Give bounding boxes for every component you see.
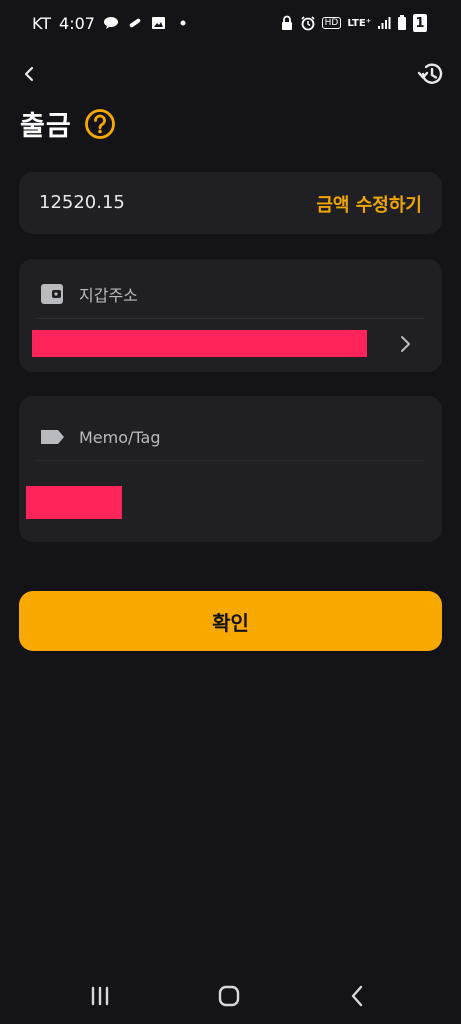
memo-tag-label: Memo/Tag: [79, 427, 161, 447]
recents-icon[interactable]: [86, 982, 114, 1010]
memo-tag-card[interactable]: Memo/Tag: [19, 396, 442, 542]
status-bar: KT 4:07 HD LTE⁺ 1: [0, 0, 461, 46]
hd-badge: HD: [321, 17, 342, 29]
memo-tag-redacted: [26, 486, 122, 519]
title-row: 출금: [20, 104, 116, 143]
amount-card: 12520.15 금액 수정하기: [19, 172, 442, 234]
chevron-right-icon[interactable]: [398, 333, 412, 355]
more-notifications-icon: [180, 20, 186, 26]
status-left: KT 4:07: [32, 14, 191, 33]
back-icon[interactable]: [16, 60, 44, 88]
withdraw-screen: KT 4:07 HD LTE⁺ 1 출금 12520.15 금액 수정하기 지갑…: [0, 0, 461, 1024]
confirm-button[interactable]: 확인: [19, 591, 442, 651]
wallet-card-header: 지갑주소: [39, 281, 138, 307]
page-title: 출금: [20, 111, 72, 142]
amount-value: 12520.15: [39, 192, 125, 213]
wallet-address-card[interactable]: 지갑주소: [19, 259, 442, 372]
image-notification-icon: [151, 17, 165, 29]
carrier-label: KT: [32, 13, 52, 33]
memo-card-header: Memo/Tag: [39, 424, 161, 450]
memo-divider: [37, 460, 424, 461]
alarm-icon: [301, 16, 315, 31]
wallet-address-redacted: [32, 330, 367, 357]
home-icon[interactable]: [215, 982, 243, 1010]
battery-small-icon: [398, 15, 406, 30]
system-back-icon[interactable]: [344, 982, 372, 1010]
signal-icon: [378, 17, 391, 29]
status-right: HD LTE⁺ 1: [280, 14, 427, 32]
clock: 4:07: [59, 13, 95, 33]
wallet-icon: [41, 284, 63, 304]
lock-icon: [281, 15, 292, 30]
battery-badge: 1: [413, 14, 427, 32]
tag-icon: [41, 430, 64, 444]
history-icon[interactable]: [415, 58, 447, 90]
link-notification-icon: [129, 18, 141, 28]
network-label: LTE⁺: [347, 17, 371, 29]
wallet-divider: [37, 318, 424, 319]
help-icon[interactable]: [84, 108, 116, 140]
chat-notification-icon: [103, 17, 118, 29]
system-nav-bar: [0, 966, 461, 1024]
wallet-address-label: 지갑주소: [79, 286, 138, 305]
nav-row: [0, 56, 461, 92]
edit-amount-link[interactable]: 금액 수정하기: [316, 191, 422, 217]
